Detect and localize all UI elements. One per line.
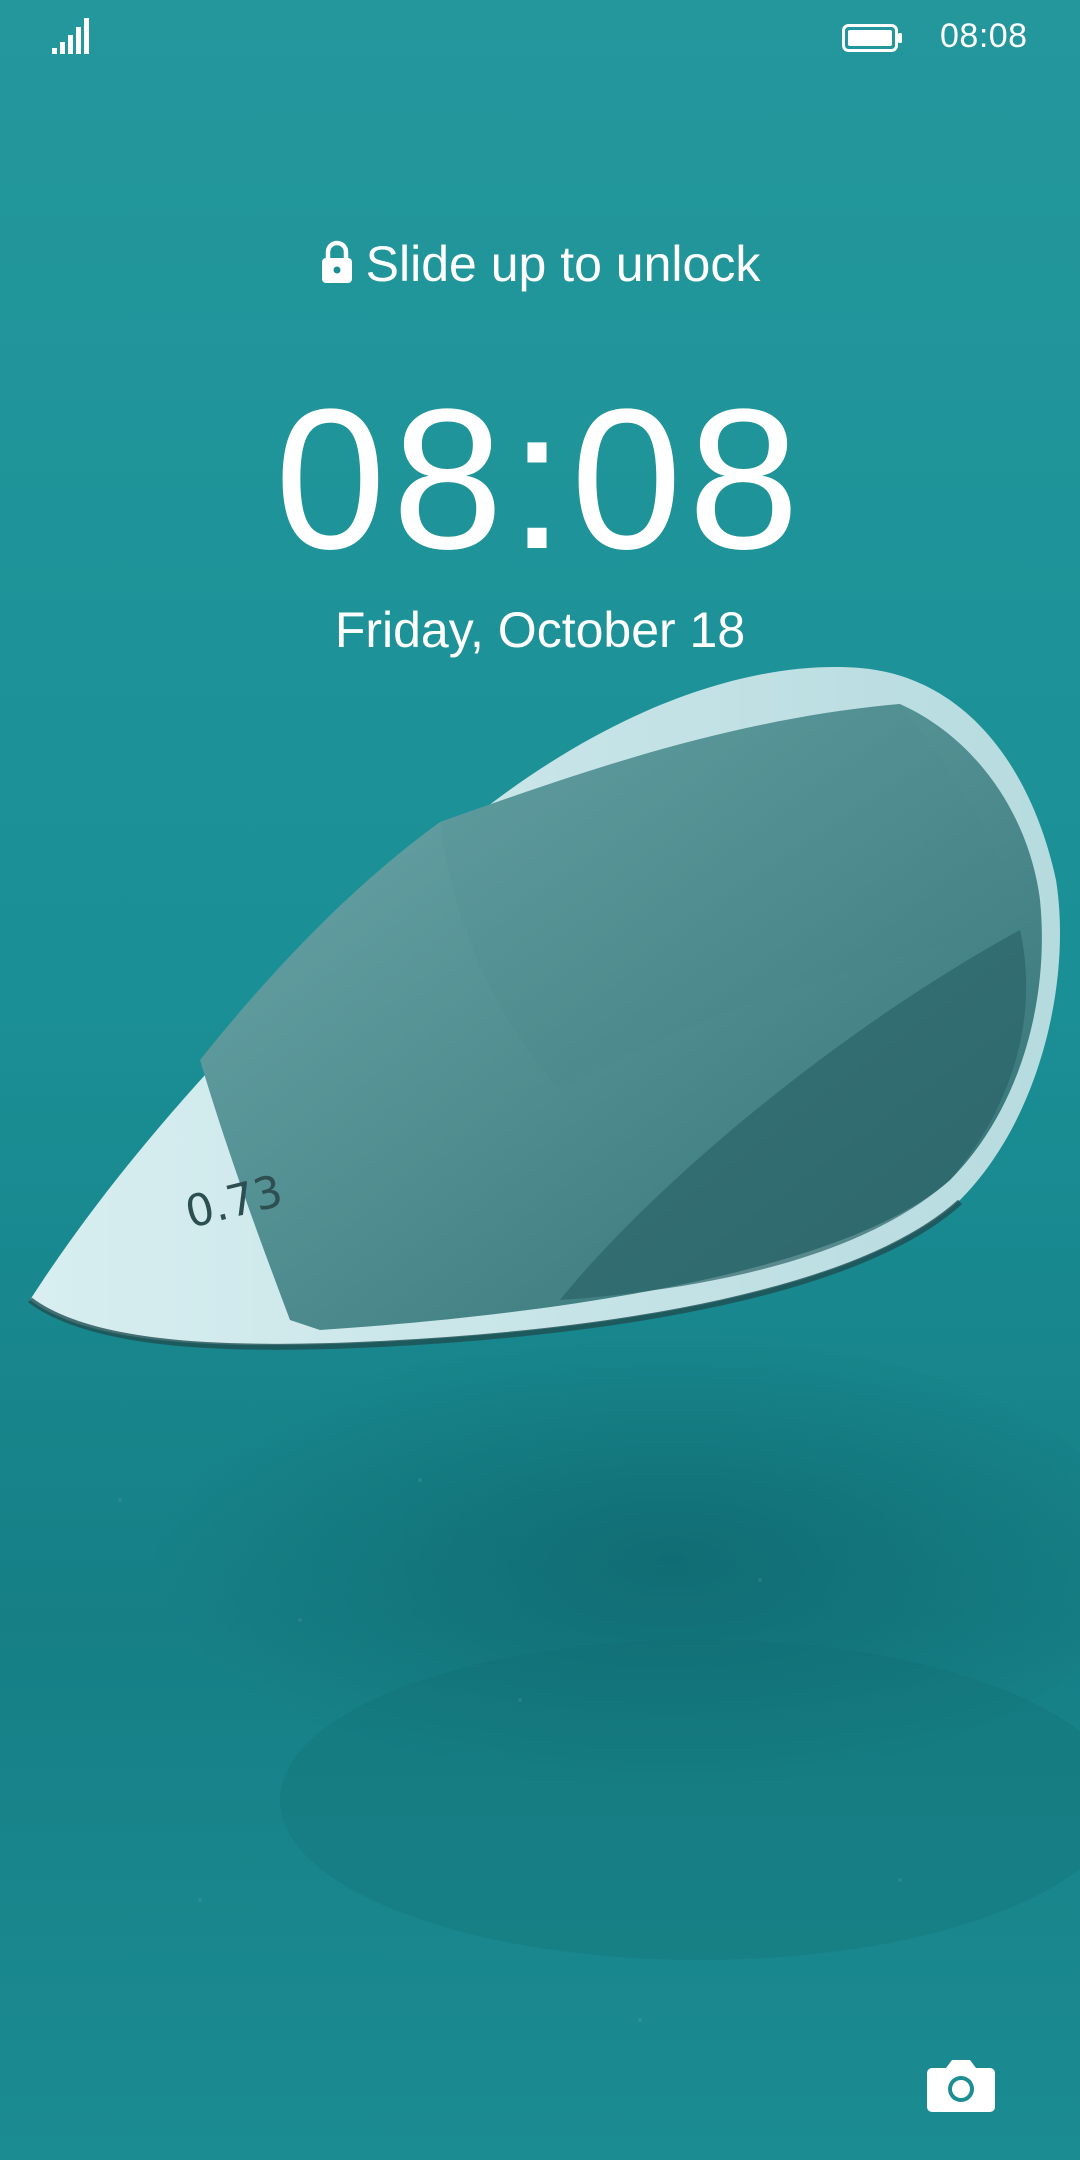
signal-bars-icon	[52, 18, 89, 54]
lock-date: Friday, October 18	[334, 602, 746, 658]
status-time: 08:08	[940, 17, 1028, 55]
unlock-hint[interactable]: Slide up to unlock	[0, 232, 1080, 296]
lock-clock: 08:08	[274, 368, 806, 591]
lock-icon	[321, 240, 352, 283]
camera-icon[interactable]	[926, 2054, 996, 2114]
battery-full-icon	[842, 24, 902, 52]
unlock-text: Slide up to unlock	[365, 236, 761, 292]
status-bar: 08:08	[0, 0, 1080, 72]
wallpaper: 0.73	[0, 0, 1080, 2160]
